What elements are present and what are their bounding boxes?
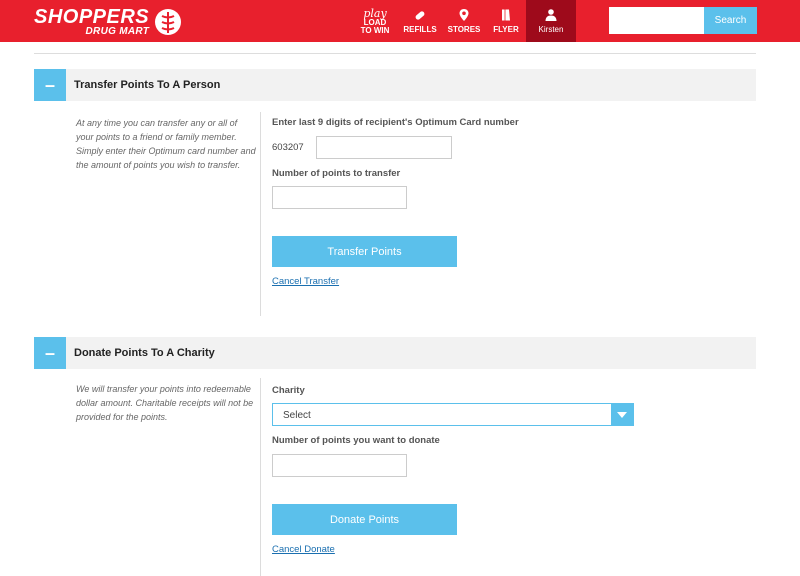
transfer-section-header: – Transfer Points To A Person	[34, 69, 756, 101]
nav-stores[interactable]: STORES	[442, 0, 486, 42]
charity-selected-value: Select	[283, 410, 311, 421]
search-button[interactable]: Search	[704, 7, 757, 34]
card-prefix: 603207	[272, 142, 304, 153]
charity-label: Charity	[272, 385, 305, 396]
site-header: SHOPPERS DRUG MART play LOAD TO WIN REFI…	[0, 0, 800, 42]
logo-line1: SHOPPERS	[34, 6, 150, 28]
user-icon	[545, 9, 557, 21]
transfer-points-label: Number of points to transfer	[272, 168, 401, 179]
transfer-description: At any time you can transfer any or all …	[76, 118, 256, 170]
user-name: Kirsten	[538, 25, 564, 34]
flyer-icon	[502, 9, 510, 21]
nav-play-load-to-win[interactable]: play LOAD TO WIN	[352, 0, 398, 42]
charity-select[interactable]: Select	[272, 403, 634, 426]
pill-icon	[415, 11, 425, 20]
donate-description: We will transfer your points into redeem…	[76, 384, 254, 422]
card-number-input[interactable]	[316, 136, 452, 159]
donate-section-title: Donate Points To A Charity	[74, 347, 215, 359]
nav-refills-label: REFILLS	[403, 25, 437, 34]
main-nav: play LOAD TO WIN REFILLS STORES FLYER Ki…	[352, 0, 576, 42]
donate-points-label: Number of points you want to donate	[272, 435, 440, 446]
card-number-label: Enter last 9 digits of recipient's Optim…	[272, 117, 519, 128]
to-win-label: TO WIN	[360, 25, 390, 35]
play-label: play	[363, 6, 387, 20]
transfer-points-input[interactable]	[272, 186, 407, 209]
shoppers-logo[interactable]: SHOPPERS DRUG MART	[34, 6, 183, 37]
cancel-donate-link[interactable]: Cancel Donate	[272, 544, 335, 555]
donate-points-button[interactable]: Donate Points	[272, 504, 457, 535]
nav-user-account[interactable]: Kirsten	[526, 0, 576, 42]
map-pin-icon	[459, 9, 469, 21]
logo-line2: DRUG MART	[85, 26, 150, 37]
transfer-vertical-divider	[260, 112, 261, 316]
top-divider	[34, 53, 756, 54]
chevron-down-icon[interactable]	[611, 404, 633, 425]
nav-flyer[interactable]: FLYER	[486, 0, 526, 42]
collapse-toggle-transfer[interactable]: –	[34, 69, 66, 101]
transfer-section-title: Transfer Points To A Person	[74, 79, 221, 91]
nav-stores-label: STORES	[447, 25, 481, 34]
nav-refills[interactable]: REFILLS	[398, 0, 442, 42]
pharmacy-emblem-icon	[155, 9, 182, 35]
cancel-transfer-link[interactable]: Cancel Transfer	[272, 276, 339, 287]
donate-points-input[interactable]	[272, 454, 407, 477]
donate-section-header: – Donate Points To A Charity	[34, 337, 756, 369]
transfer-points-button[interactable]: Transfer Points	[272, 236, 457, 267]
search-input[interactable]	[609, 7, 704, 34]
nav-flyer-label: FLYER	[493, 25, 519, 34]
collapse-toggle-donate[interactable]: –	[34, 337, 66, 369]
donate-vertical-divider	[260, 378, 261, 576]
